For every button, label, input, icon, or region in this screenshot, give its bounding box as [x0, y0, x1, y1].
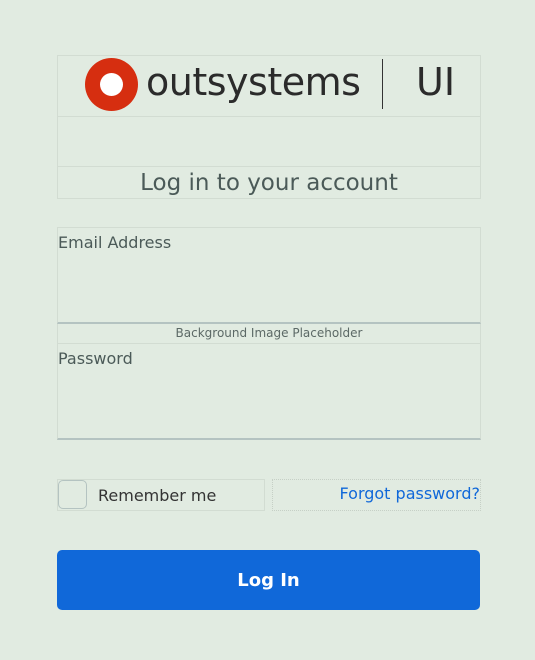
- logo-divider: [382, 59, 383, 109]
- remember-me-label[interactable]: Remember me: [98, 484, 216, 508]
- background-image-placeholder: Background Image Placeholder: [57, 324, 481, 343]
- remember-me-container: Remember me: [57, 479, 265, 511]
- email-field-group: Email Address: [57, 227, 484, 324]
- forgot-password-container: Forgot password?: [272, 479, 481, 511]
- password-input[interactable]: [58, 374, 484, 436]
- page-title: Log in to your account: [57, 167, 481, 199]
- forgot-password-link[interactable]: Forgot password?: [340, 480, 480, 508]
- email-input[interactable]: [58, 258, 484, 320]
- password-label: Password: [58, 349, 133, 368]
- password-field-group: Password: [57, 343, 484, 440]
- remember-me-checkbox[interactable]: [58, 480, 87, 509]
- header-logo-bar: outsystems UI: [57, 55, 481, 117]
- outsystems-logo-icon: [85, 58, 138, 111]
- email-label: Email Address: [58, 233, 172, 252]
- header-spacer: [57, 117, 481, 167]
- login-button[interactable]: Log In: [57, 550, 480, 610]
- logo-text: outsystems: [146, 60, 361, 104]
- logo-suffix: UI: [416, 60, 456, 104]
